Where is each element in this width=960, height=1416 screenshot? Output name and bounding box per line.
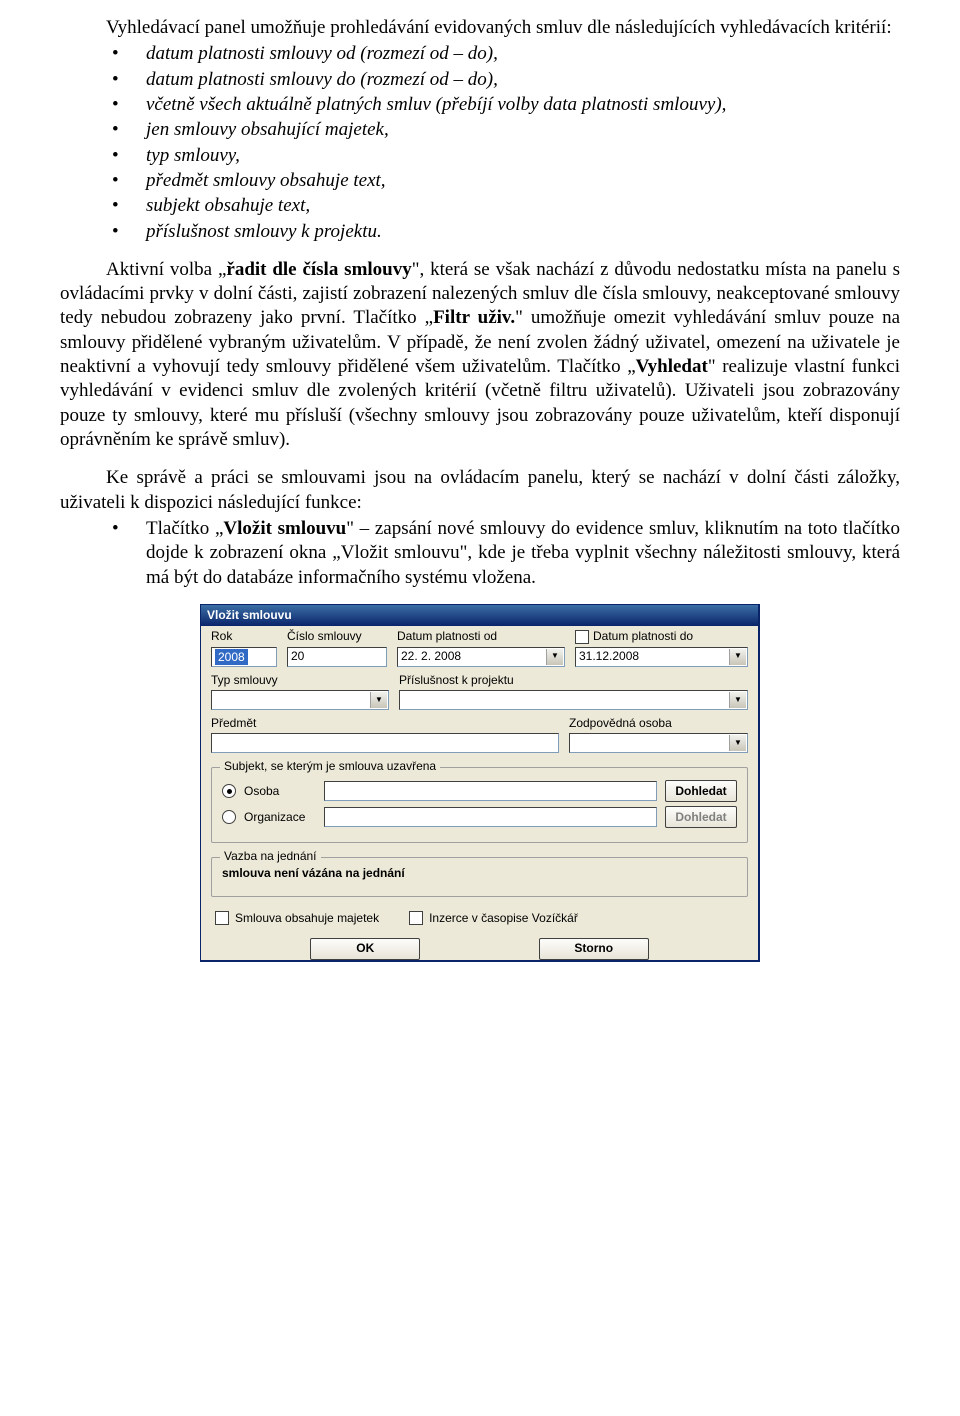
- prislusnost-combo[interactable]: ▼: [399, 690, 748, 710]
- chevron-down-icon[interactable]: ▼: [370, 692, 387, 708]
- predmet-input[interactable]: [211, 733, 559, 753]
- subject-legend: Subjekt, se kterým je smlouva uzavřena: [220, 759, 440, 774]
- description-paragraph: Aktivní volba „řadit dle čísla smlouvy",…: [60, 258, 900, 453]
- rok-label: Rok: [211, 629, 277, 644]
- subject-groupbox: Subjekt, se kterým je smlouva uzavřena O…: [211, 767, 748, 843]
- rok-input[interactable]: 2008: [211, 647, 277, 667]
- vazba-groupbox: Vazba na jednání smlouva není vázána na …: [211, 857, 748, 896]
- dohledat-org-button: Dohledat: [665, 806, 737, 828]
- chevron-down-icon[interactable]: ▼: [729, 649, 746, 665]
- organizace-label: Organizace: [244, 810, 316, 825]
- osoba-radio[interactable]: [222, 784, 236, 798]
- typ-combo[interactable]: ▼: [211, 690, 389, 710]
- criteria-item: datum platnosti smlouvy od (rozmezí od –…: [60, 42, 900, 66]
- chevron-down-icon[interactable]: ▼: [729, 735, 746, 751]
- platod-input[interactable]: 22. 2. 2008▼: [397, 647, 565, 667]
- insert-contract-dialog: Vložit smlouvu Rok 2008 Číslo smlouvy 20…: [200, 604, 760, 962]
- osoba-input[interactable]: [324, 781, 657, 801]
- organizace-input[interactable]: [324, 807, 657, 827]
- ok-button[interactable]: OK: [310, 938, 420, 960]
- zodpovedna-label: Zodpovědná osoba: [569, 716, 748, 731]
- vazba-text: smlouva není vázána na jednání: [222, 866, 737, 881]
- functions-intro: Ke správě a práci se smlouvami jsou na o…: [60, 466, 900, 515]
- chevron-down-icon[interactable]: ▼: [729, 692, 746, 708]
- criteria-item: datum platnosti smlouvy do (rozmezí od –…: [60, 68, 900, 92]
- predmet-label: Předmět: [211, 716, 559, 731]
- function-item: Tlačítko „Vložit smlouvu" – zapsání nové…: [60, 517, 900, 590]
- dialog-titlebar[interactable]: Vložit smlouvu: [201, 605, 758, 626]
- platdo-checkbox[interactable]: [575, 630, 589, 644]
- criteria-item: předmět smlouvy obsahuje text,: [60, 169, 900, 193]
- osoba-label: Osoba: [244, 784, 316, 799]
- criteria-item: subjekt obsahuje text,: [60, 194, 900, 218]
- intro-paragraph: Vyhledávací panel umožňuje prohledávání …: [60, 16, 900, 40]
- platdo-label: Datum platnosti do: [593, 629, 693, 644]
- majetek-checkbox[interactable]: [215, 911, 229, 925]
- storno-button[interactable]: Storno: [539, 938, 649, 960]
- cislo-input[interactable]: 20: [287, 647, 387, 667]
- dohledat-osoba-button[interactable]: Dohledat: [665, 780, 737, 802]
- typ-label: Typ smlouvy: [211, 673, 389, 688]
- inzerce-label: Inzerce v časopise Vozíčkář: [429, 911, 578, 926]
- chevron-down-icon[interactable]: ▼: [546, 649, 563, 665]
- organizace-radio[interactable]: [222, 810, 236, 824]
- platod-label: Datum platnosti od: [397, 629, 565, 644]
- criteria-list: datum platnosti smlouvy od (rozmezí od –…: [60, 42, 900, 244]
- criteria-item: včetně všech aktuálně platných smluv (př…: [60, 93, 900, 117]
- platdo-input[interactable]: 31.12.2008▼: [575, 647, 748, 667]
- criteria-item: typ smlouvy,: [60, 144, 900, 168]
- criteria-item: příslušnost smlouvy k projektu.: [60, 220, 900, 244]
- inzerce-checkbox[interactable]: [409, 911, 423, 925]
- cislo-label: Číslo smlouvy: [287, 629, 387, 644]
- majetek-label: Smlouva obsahuje majetek: [235, 911, 379, 926]
- functions-list: Tlačítko „Vložit smlouvu" – zapsání nové…: [60, 517, 900, 590]
- vazba-legend: Vazba na jednání: [220, 849, 321, 864]
- zodpovedna-combo[interactable]: ▼: [569, 733, 748, 753]
- criteria-item: jen smlouvy obsahující majetek,: [60, 118, 900, 142]
- prislusnost-label: Příslušnost k projektu: [399, 673, 748, 688]
